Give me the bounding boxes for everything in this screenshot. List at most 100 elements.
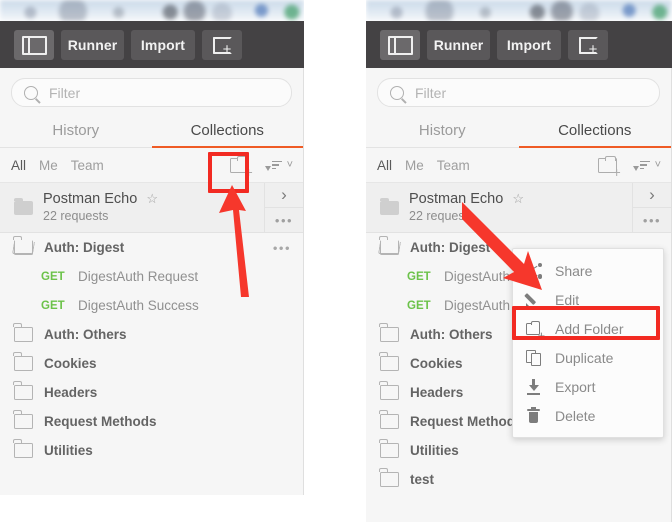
new-tab-button-2[interactable]: + <box>568 30 608 60</box>
app-toolbar-2: Runner Import + <box>366 21 672 68</box>
folder-label: Cookies <box>44 356 97 371</box>
request-method-label: GET <box>407 299 431 312</box>
folder-icon <box>13 352 33 371</box>
menu-item-label: Duplicate <box>555 349 614 366</box>
collection-folder-icon <box>380 197 399 215</box>
scope-filter-all[interactable]: All <box>11 158 26 173</box>
menu-item-label: Delete <box>555 407 596 424</box>
new-tab-icon: + <box>578 36 598 57</box>
import-button[interactable]: Import <box>131 30 195 60</box>
folder-icon <box>379 468 399 487</box>
search-input[interactable]: Filter <box>11 78 292 107</box>
tree-folder-row[interactable]: Auth: Others <box>0 320 303 349</box>
scope-filter-team[interactable]: Team <box>71 158 104 173</box>
collection-expand-button-2[interactable]: › <box>633 183 671 208</box>
sidebar-toggle-button-2[interactable] <box>380 30 420 60</box>
scope-filter-all-2[interactable]: All <box>377 158 392 173</box>
menu-item-label: Export <box>555 378 596 395</box>
sort-lines-icon <box>639 159 650 170</box>
filter-area: Filter <box>0 68 303 107</box>
tree-folder-row[interactable]: test <box>366 465 671 494</box>
app-toolbar: Runner Import + <box>0 21 304 68</box>
folder-icon <box>379 439 399 458</box>
tab-history[interactable]: History <box>0 116 152 148</box>
menu-item-delete[interactable]: Delete <box>513 401 663 430</box>
collection-more-button[interactable]: ••• <box>265 208 303 232</box>
collection-name: Postman Echo <box>43 190 138 207</box>
sidebar-tabs-2: History Collections <box>366 116 671 148</box>
runner-button-2[interactable]: Runner <box>427 30 490 60</box>
folder-open-icon <box>13 236 33 255</box>
scope-filter-team-2[interactable]: Team <box>437 158 470 173</box>
collection-row-2[interactable]: Postman Echo ☆ 22 requests › ••• <box>366 183 671 233</box>
favorite-star-icon[interactable]: ☆ <box>146 191 158 207</box>
folder-label: Auth: Digest <box>410 240 491 255</box>
tree-folder-row[interactable]: Cookies <box>0 349 303 378</box>
context-menu: Share Edit + Add Folder Duplicate Export… <box>512 248 664 438</box>
search-input-2[interactable]: Filter <box>377 78 660 107</box>
sort-button-2[interactable]: ˅ <box>632 159 661 171</box>
search-placeholder: Filter <box>415 84 447 101</box>
filter-area-2: Filter <box>366 68 671 107</box>
runner-button[interactable]: Runner <box>61 30 124 60</box>
folder-label: Auth: Others <box>44 327 127 342</box>
sort-button[interactable]: ˅ <box>264 159 293 171</box>
folder-label: Auth: Others <box>410 327 493 342</box>
menu-item-export[interactable]: Export <box>513 372 663 401</box>
menu-item-duplicate[interactable]: Duplicate <box>513 343 663 372</box>
folder-open-icon <box>379 236 399 255</box>
left-panel: Runner Import + Filter History Collectio… <box>0 0 304 495</box>
collection-more-button-2[interactable]: ••• <box>633 208 671 232</box>
folder-label: Headers <box>44 385 98 400</box>
tree-request-row[interactable]: GET DigestAuth Success <box>0 291 303 320</box>
scope-filter-me[interactable]: Me <box>39 158 58 173</box>
folder-icon <box>13 323 33 342</box>
folder-icon <box>379 381 399 400</box>
collection-request-count: 22 requests <box>43 208 109 223</box>
sidebar-panel-icon <box>21 35 47 55</box>
folder-icon <box>13 410 33 429</box>
new-folder-icon-2[interactable]: + <box>597 155 621 179</box>
folder-icon <box>379 410 399 429</box>
folder-label: Headers <box>410 385 464 400</box>
collection-request-count: 22 requests <box>409 208 475 223</box>
tree-folder-row[interactable]: Request Methods <box>0 407 303 436</box>
tab-collections[interactable]: Collections <box>151 116 303 148</box>
chevron-down-icon: ˅ <box>654 159 661 171</box>
tab-history-2[interactable]: History <box>366 116 519 148</box>
scope-filter-me-2[interactable]: Me <box>405 158 424 173</box>
sidebar-panel-icon <box>387 35 413 55</box>
menu-item-share[interactable]: Share <box>513 256 663 285</box>
duplicate-icon <box>526 349 542 366</box>
tree-folder-row[interactable]: Utilities <box>366 436 671 465</box>
collection-meta-2: Postman Echo ☆ 22 requests <box>409 191 632 225</box>
favorite-star-icon[interactable]: ☆ <box>512 191 524 207</box>
folder-label: Request Methods <box>410 414 523 429</box>
export-icon <box>526 378 542 395</box>
share-icon <box>526 262 542 279</box>
new-tab-icon: + <box>212 36 232 57</box>
new-tab-button[interactable]: + <box>202 30 242 60</box>
tree-request-row[interactable]: GET DigestAuth Request <box>0 262 303 291</box>
tree-folder-row[interactable]: Utilities <box>0 436 303 465</box>
request-name-label: DigestAuth Request <box>78 269 199 284</box>
import-button-2[interactable]: Import <box>497 30 561 60</box>
collection-actions: › ••• <box>264 183 303 232</box>
folder-icon <box>379 352 399 371</box>
sidebar-tabs: History Collections <box>0 116 303 148</box>
collection-expand-button[interactable]: › <box>265 183 303 208</box>
tree-folder-row[interactable]: Auth: Digest ••• <box>0 233 303 262</box>
tree-folder-row[interactable]: Headers <box>0 378 303 407</box>
sidebar-toggle-button[interactable] <box>14 30 54 60</box>
request-name-label: DigestAuth Success <box>78 298 199 313</box>
sort-arrow-icon <box>264 165 271 171</box>
folder-more-button[interactable]: ••• <box>273 240 291 255</box>
collection-row[interactable]: Postman Echo ☆ 22 requests › ••• <box>0 183 303 233</box>
right-panel: Runner Import + Filter History Collectio… <box>366 0 672 522</box>
tab-collections-2[interactable]: Collections <box>518 116 671 148</box>
collection-meta: Postman Echo ☆ 22 requests <box>43 191 264 225</box>
collection-tree-left: Auth: Digest ••• GET DigestAuth Request GET D… <box>0 233 303 465</box>
folder-label: Utilities <box>410 443 459 458</box>
chevron-down-icon: ˅ <box>286 159 293 171</box>
search-icon <box>390 85 404 100</box>
